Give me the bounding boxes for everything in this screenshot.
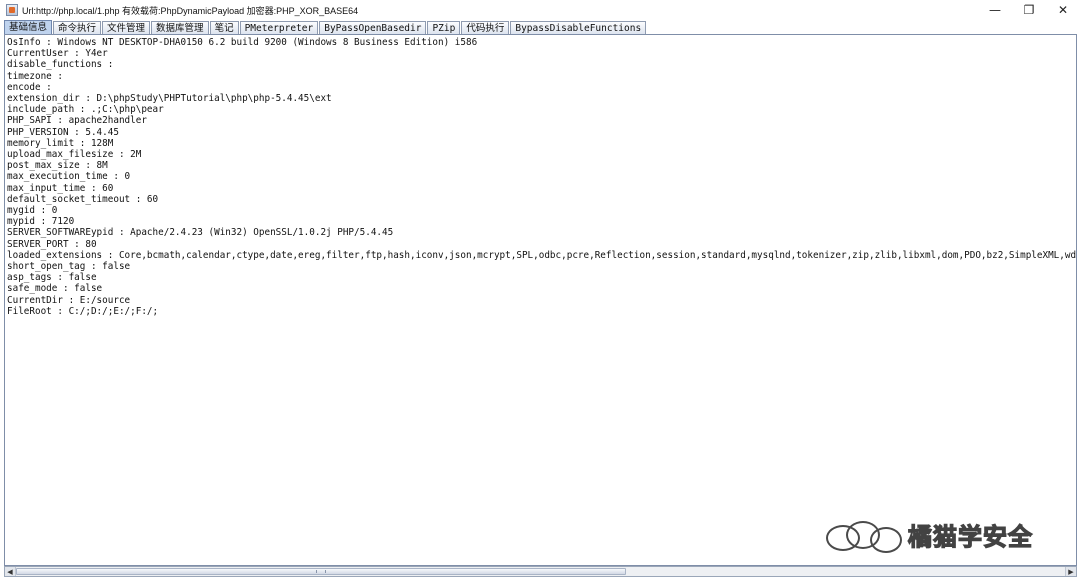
info-line-osinfo: OsInfo : Windows NT DESKTOP-DHA0150 6.2 … [7, 37, 478, 48]
info-lines: OsInfo : Windows NT DESKTOP-DHA0150 6.2 … [5, 35, 1076, 317]
info-line-include-path: include_path : .;C:\php\pear [7, 104, 164, 116]
scroll-thumb[interactable] [16, 568, 626, 575]
scroll-left-arrow-icon[interactable]: ◀ [5, 567, 16, 576]
info-line-timezone: timezone : [7, 70, 63, 82]
grip-icon [316, 570, 326, 573]
info-line-disable-functions: disable_functions : [7, 59, 114, 71]
window-title: Url:http://php.local/1.php 有效载荷:PhpDynam… [22, 5, 359, 16]
tab-code-exec[interactable]: 代码执行 [461, 21, 510, 34]
info-line-loaded-extensions: loaded_extensions : Core,bcmath,calendar… [7, 249, 1077, 261]
info-line-current-dir: CurrentDir : E:/source [7, 294, 131, 306]
info-text-area[interactable]: OsInfo : Windows NT DESKTOP-DHA0150 6.2 … [4, 34, 1077, 566]
info-line-post-max-size: post_max_size : 8M [7, 160, 108, 172]
window-controls: — ❐ ✕ [978, 0, 1080, 20]
tab-pmeterpreter[interactable]: PMeterpreter [239, 21, 319, 34]
title-bar: Url:http://php.local/1.php 有效载荷:PhpDynam… [0, 0, 1080, 20]
tab-file-manager[interactable]: 文件管理 [102, 21, 151, 34]
watermark: 橘猫学安全 [826, 517, 1033, 553]
info-line-server-software: SERVER_SOFTWAREypid : Apache/2.4.23 (Win… [7, 227, 394, 239]
info-line-max-input-time: max_input_time : 60 [7, 182, 114, 194]
info-line-short-open-tag: short_open_tag : false [7, 261, 131, 273]
minimize-button[interactable]: — [978, 0, 1012, 20]
info-line-max-execution-time: max_execution_time : 0 [7, 171, 131, 183]
info-line-upload-max-filesize: upload_max_filesize : 2M [7, 149, 142, 161]
tab-basic-info[interactable]: 基础信息 [4, 20, 53, 34]
watermark-text: 橘猫学安全 [907, 522, 1033, 551]
info-line-asp-tags: asp_tags : false [7, 272, 97, 284]
scroll-right-arrow-icon[interactable]: ▶ [1065, 567, 1076, 576]
close-button[interactable]: ✕ [1046, 0, 1080, 20]
tab-notes[interactable]: 笔记 [209, 21, 239, 34]
info-line-current-user: CurrentUser : Y4er [7, 48, 108, 60]
tab-command-exec[interactable]: 命令执行 [53, 21, 102, 34]
info-line-default-socket-timeout: default_socket_timeout : 60 [7, 193, 159, 205]
horizontal-scrollbar[interactable]: ◀ ▶ [4, 566, 1077, 577]
info-line-encode: encode : [7, 81, 52, 93]
info-line-php-sapi: PHP_SAPI : apache2handler [7, 115, 147, 127]
info-line-safe-mode: safe_mode : false [7, 283, 103, 295]
info-line-file-root: FileRoot : C:/;D:/;E:/;F:/; [7, 305, 159, 317]
info-line-php-version: PHP_VERSION : 5.4.45 [7, 126, 119, 138]
app-icon [6, 4, 18, 16]
info-line-mygid: mygid : 0 [7, 205, 58, 217]
tab-bypass-disable-functions[interactable]: BypassDisableFunctions [510, 21, 647, 34]
info-line-memory-limit: memory_limit : 128M [7, 137, 114, 149]
maximize-button[interactable]: ❐ [1012, 0, 1046, 20]
tab-database-manager[interactable]: 数据库管理 [151, 21, 209, 34]
tab-bar: 基础信息 命令执行 文件管理 数据库管理 笔记 PMeterpreter ByP… [4, 20, 647, 34]
wechat-logo-icon [826, 519, 904, 553]
tab-bypass-open-basedir[interactable]: ByPassOpenBasedir [319, 21, 427, 34]
info-line-server-port: SERVER_PORT : 80 [7, 238, 97, 250]
tab-pzip[interactable]: PZip [427, 21, 461, 34]
info-line-extension-dir: extension_dir : D:\phpStudy\PHPTutorial\… [7, 93, 332, 105]
info-line-mypid: mypid : 7120 [7, 216, 75, 228]
